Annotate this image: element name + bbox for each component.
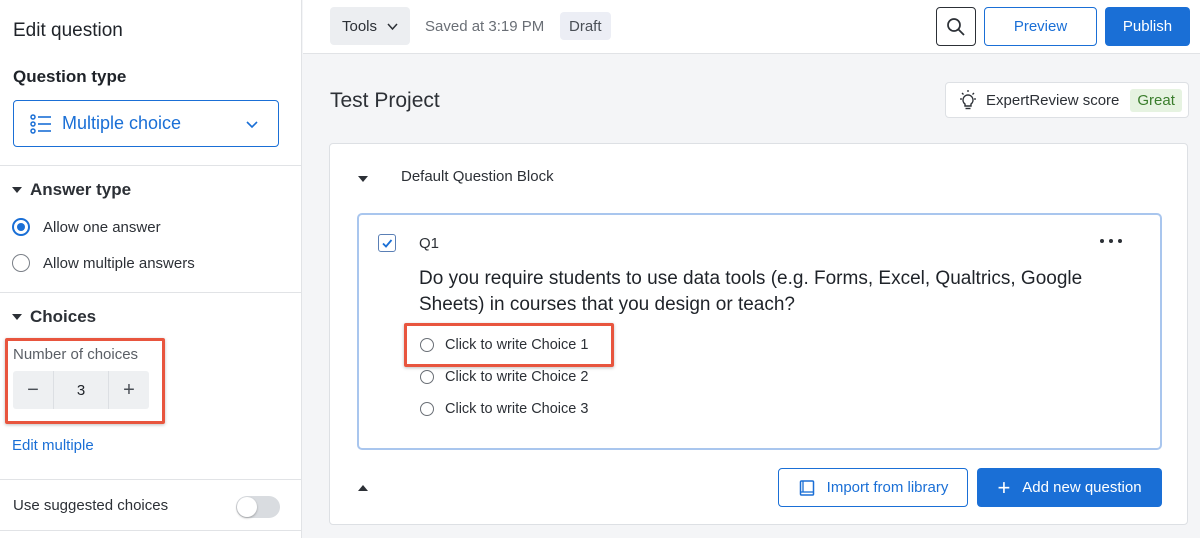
question-text[interactable]: Do you require students to use data tool… [419,266,1119,318]
choice-label: Click to write Choice 3 [445,401,589,417]
question-type-dropdown[interactable]: Multiple choice [13,100,279,147]
score-badge: Great [1130,88,1182,112]
book-icon [799,479,814,496]
lightbulb-icon [960,90,976,110]
expert-review-button[interactable]: ExpertReview score Great [945,82,1189,118]
dot [1109,239,1113,243]
saved-status: Saved at 3:19 PM [425,18,545,35]
radio-label: Allow one answer [43,218,161,236]
list-icon [30,113,51,134]
expert-review-label: ExpertReview score [986,91,1120,109]
collapse-block-caret-icon[interactable] [358,176,368,182]
radio-unselected-icon [420,338,434,352]
divider [0,479,301,480]
number-of-choices-stepper: − 3 + [13,371,149,409]
search-icon [947,17,965,36]
block-title[interactable]: Default Question Block [401,168,554,185]
status-badge: Draft [560,12,611,40]
plus-icon: + [997,474,1011,500]
radio-unselected-icon [12,254,30,272]
answer-type-heading: Answer type [30,180,132,199]
import-from-library-button[interactable]: Import from library [778,468,968,507]
import-label: Import from library [826,479,949,496]
chevron-down-icon [387,22,398,30]
choice-item[interactable]: Click to write Choice 3 [420,401,588,417]
decrement-button[interactable]: − [13,371,53,409]
edit-multiple-link[interactable]: Edit multiple [12,437,94,454]
search-button[interactable] [936,7,976,46]
divider [0,165,301,166]
tools-label: Tools [342,17,378,35]
radio-selected-icon [12,218,30,236]
answer-type-section-toggle[interactable]: Answer type [12,180,131,200]
radio-unselected-icon [420,402,434,416]
use-suggested-choices-toggle[interactable] [236,496,280,518]
choice-label: Click to write Choice 1 [445,337,589,353]
choices-section-toggle[interactable]: Choices [12,307,96,327]
dot [1100,239,1104,243]
top-toolbar: Tools Saved at 3:19 PM Draft Preview Pub… [303,0,1200,54]
radio-unselected-icon [420,370,434,384]
question-type-value: Multiple choice [62,113,182,133]
question-type-heading: Question type [13,67,127,86]
divider [0,292,301,293]
caret-down-icon [12,314,22,320]
add-question-label: Add new question [1022,479,1142,496]
radio-allow-one-answer[interactable]: Allow one answer [12,218,161,236]
choice-item[interactable]: Click to write Choice 1 [420,337,588,353]
more-options-icon[interactable] [1100,232,1122,250]
project-title: Test Project [330,89,440,112]
tools-menu-button[interactable]: Tools [330,7,410,45]
divider [0,530,301,531]
edit-question-panel: Edit question Question type Multiple cho… [0,0,302,538]
chevron-down-icon [246,121,258,129]
caret-down-icon [12,187,22,193]
number-of-choices-value[interactable]: 3 [53,371,109,409]
choice-label: Click to write Choice 2 [445,369,589,385]
preview-button[interactable]: Preview [984,7,1097,46]
increment-button[interactable]: + [109,371,149,409]
question-select-checkbox[interactable] [378,234,396,252]
choices-heading: Choices [30,307,97,326]
use-suggested-choices-label: Use suggested choices [13,497,169,514]
number-of-choices-label: Number of choices [13,346,139,363]
choice-item[interactable]: Click to write Choice 2 [420,369,588,385]
expand-caret-icon[interactable] [358,485,368,491]
radio-allow-multiple-answers[interactable]: Allow multiple answers [12,254,195,272]
question-number[interactable]: Q1 [419,235,439,252]
publish-button[interactable]: Publish [1105,7,1190,46]
add-new-question-button[interactable]: + Add new question [977,468,1162,507]
radio-label: Allow multiple answers [43,254,195,272]
dot [1118,239,1122,243]
checkmark-icon [382,239,393,248]
panel-title: Edit question [13,20,123,41]
